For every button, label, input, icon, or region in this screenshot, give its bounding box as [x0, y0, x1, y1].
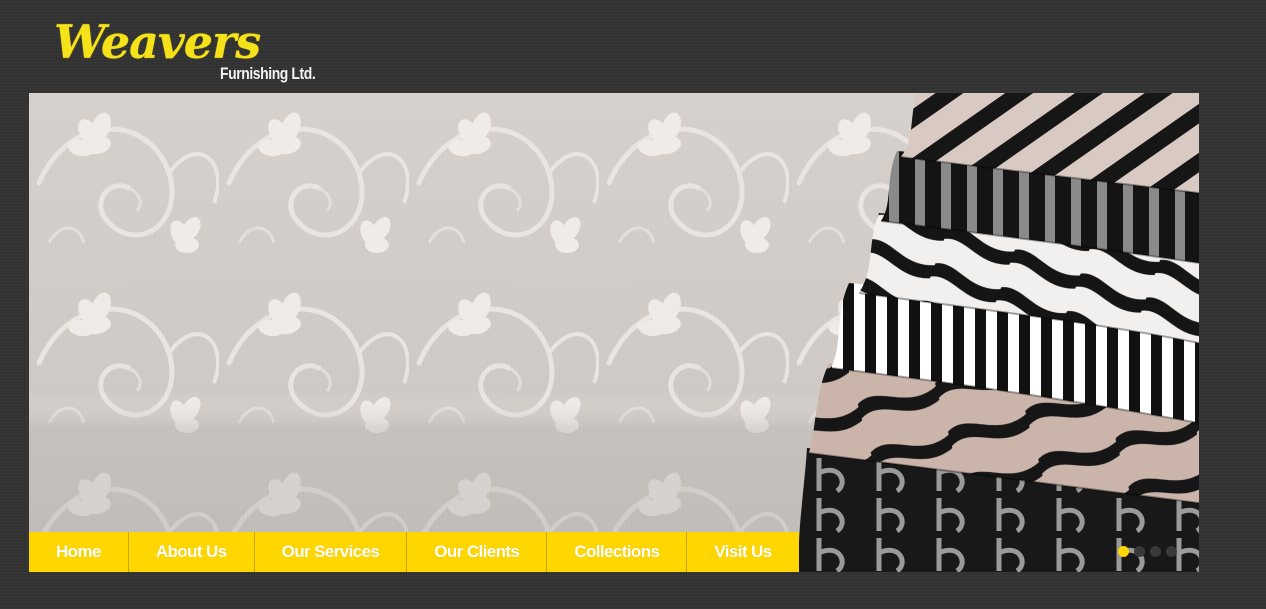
- slider-dot-1[interactable]: [1118, 546, 1129, 557]
- slider-dot-2[interactable]: [1134, 546, 1145, 557]
- nav-about-us[interactable]: About Us: [129, 532, 255, 572]
- slider-dot-3[interactable]: [1150, 546, 1161, 557]
- logo-wordmark: Weavers: [54, 15, 261, 69]
- nav-our-services[interactable]: Our Services: [255, 532, 408, 572]
- nav-our-clients[interactable]: Our Clients: [407, 532, 548, 572]
- nav-visit-us[interactable]: Visit Us: [687, 532, 798, 572]
- slider-pagination: [1118, 546, 1177, 557]
- nav-home[interactable]: Home: [29, 532, 129, 572]
- nav-collections[interactable]: Collections: [547, 532, 688, 572]
- slider-dot-4[interactable]: [1166, 546, 1177, 557]
- brand-logo[interactable]: Weavers Furnishing Ltd.: [54, 14, 324, 92]
- hero-fabric-image: [29, 93, 1199, 572]
- main-navigation: Home About Us Our Services Our Clients C…: [29, 532, 799, 572]
- hero-slider: [29, 93, 1199, 572]
- logo-subtitle: Furnishing Ltd.: [220, 64, 316, 83]
